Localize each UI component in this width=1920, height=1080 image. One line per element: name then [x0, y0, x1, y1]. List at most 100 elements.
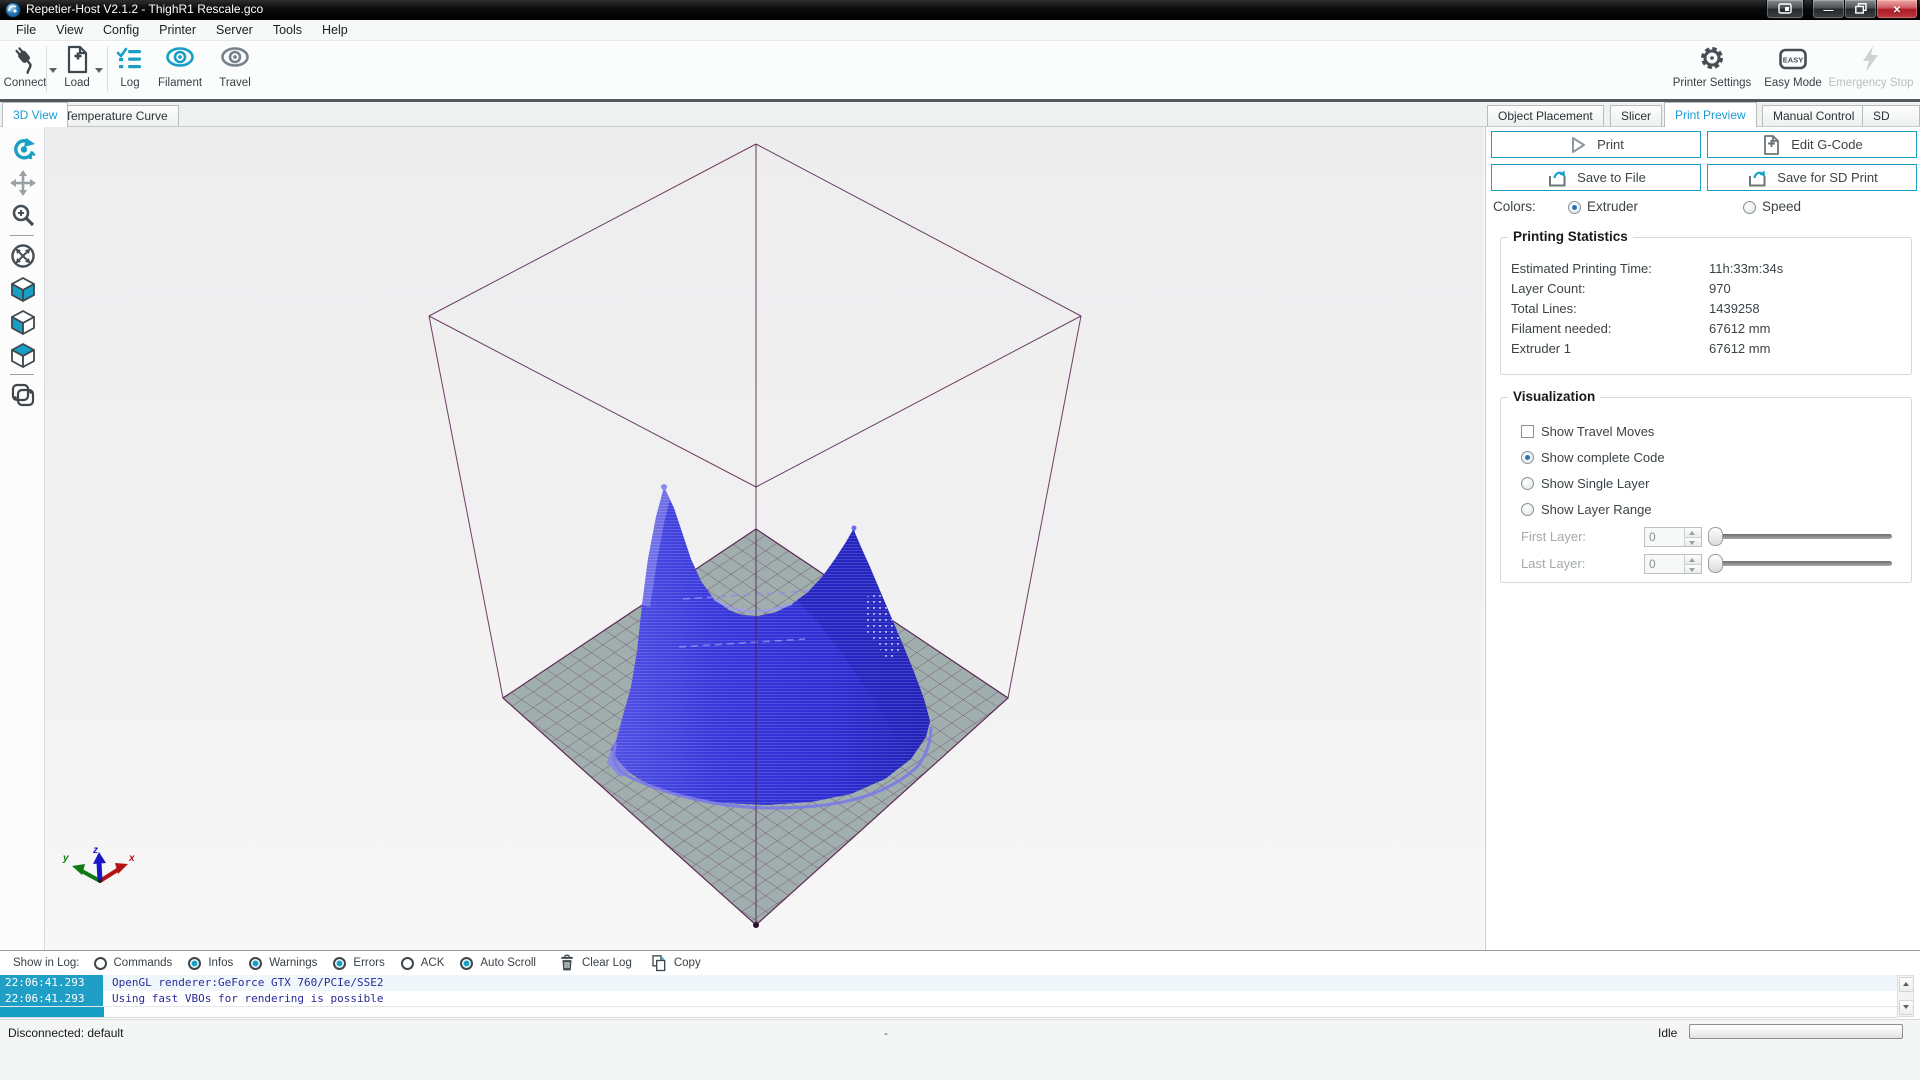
tab-manual-control[interactable]: Manual Control — [1762, 105, 1866, 126]
tab-print-preview[interactable]: Print Preview — [1664, 102, 1757, 127]
visualization-group: Visualization Show Travel Moves Show com… — [1500, 389, 1912, 583]
easy-mode-button[interactable]: EASY Easy Mode — [1762, 44, 1824, 96]
log-horizontal-scrollbar[interactable] — [0, 1006, 1897, 1018]
magnifier-plus-icon — [12, 204, 34, 226]
show-layer-range-row: Show Layer Range — [1501, 502, 1911, 522]
connection-status: Disconnected: default — [8, 1026, 124, 1040]
log-toggle-button[interactable]: Log — [112, 44, 148, 96]
menu-printer[interactable]: Printer — [149, 21, 206, 39]
menu-config[interactable]: Config — [93, 21, 149, 39]
log-toggle-errors[interactable]: Errors — [333, 956, 385, 970]
colors-label: Colors: — [1493, 199, 1536, 214]
fit-view-button[interactable] — [0, 239, 45, 272]
spinner-down-icon[interactable] — [1685, 536, 1701, 546]
connect-button[interactable]: Connect — [2, 44, 48, 96]
front-view-button[interactable] — [0, 305, 45, 338]
spinner-up-icon[interactable] — [1685, 528, 1701, 537]
toggle-circle-icon — [93, 956, 107, 970]
tab-3d-view[interactable]: 3D View — [2, 102, 69, 127]
show-complete-code-radio[interactable] — [1521, 451, 1534, 464]
last-layer-slider[interactable] — [1708, 554, 1892, 574]
menu-help[interactable]: Help — [312, 21, 358, 39]
menu-server[interactable]: Server — [206, 21, 263, 39]
move-view-button[interactable] — [0, 166, 45, 199]
minimize-button[interactable]: — — [1812, 0, 1845, 19]
save-to-file-button[interactable]: Save to File — [1491, 164, 1701, 191]
menu-file[interactable]: File — [6, 21, 46, 39]
gear-icon — [1701, 47, 1723, 69]
rotate-icon — [13, 137, 35, 159]
colors-extruder-radio[interactable] — [1568, 201, 1581, 214]
menu-tools[interactable]: Tools — [263, 21, 312, 39]
minimize-icon: — — [1823, 5, 1834, 16]
last-layer-row: Last Layer: 0 — [1501, 554, 1911, 576]
visualization-title: Visualization — [1508, 389, 1601, 404]
colors-speed-radio[interactable] — [1743, 201, 1756, 214]
scroll-down-icon[interactable] — [1899, 1000, 1914, 1015]
toggle-circle-icon — [249, 956, 263, 970]
tab-slicer[interactable]: Slicer — [1610, 105, 1663, 126]
show-travel-moves-checkbox[interactable] — [1521, 425, 1534, 438]
close-button[interactable]: ✕ — [1876, 0, 1918, 19]
titlebar: Repetier-Host V2.1.2 - ThighR1 Rescale.g… — [0, 0, 1920, 20]
toggle-circle-icon — [333, 956, 347, 970]
log-vertical-scrollbar[interactable] — [1897, 975, 1914, 1017]
easy-mode-icon: EASY — [1779, 48, 1807, 70]
emergency-stop-button[interactable]: Emergency Stop — [1826, 44, 1916, 96]
toggle-circle-icon — [460, 956, 474, 970]
show-single-layer-row: Show Single Layer — [1501, 476, 1911, 496]
load-dropdown-arrow[interactable] — [95, 68, 103, 73]
menu-view[interactable]: View — [46, 21, 93, 39]
edit-gcode-button[interactable]: Edit G-Code — [1707, 131, 1917, 158]
first-layer-spinner[interactable]: 0 — [1644, 527, 1702, 547]
spinner-down-icon[interactable] — [1685, 563, 1701, 573]
log-output[interactable]: 22:06:41.293 OpenGL renderer:GeForce GTX… — [0, 975, 1897, 1006]
show-layer-range-radio[interactable] — [1521, 503, 1534, 516]
window-small-icon — [1778, 3, 1792, 14]
rotate-view-button[interactable] — [0, 133, 45, 166]
stat-row: Extruder 1 67612 mm — [1511, 341, 1771, 356]
slider-handle[interactable] — [1708, 527, 1723, 546]
log-toolbar: Show in Log: Commands Infos Warnings Err… — [0, 951, 1920, 975]
printer-settings-button[interactable]: Printer Settings — [1666, 44, 1758, 96]
tab-sd-card[interactable]: SD Card — [1862, 105, 1920, 144]
titlebar-toolbar-button[interactable] — [1766, 0, 1804, 19]
isometric-view-button[interactable] — [0, 272, 45, 305]
filament-toggle-button[interactable]: Filament — [152, 44, 208, 96]
spinner-up-icon[interactable] — [1685, 555, 1701, 564]
print-preview-panel: Print Edit G-Code Save to File Save for … — [1485, 127, 1920, 950]
first-layer-slider[interactable] — [1708, 527, 1892, 547]
lightning-icon — [1863, 46, 1878, 72]
projection-toggle-button[interactable] — [0, 378, 45, 411]
connect-dropdown-arrow[interactable] — [49, 68, 57, 73]
svg-text:y: y — [62, 853, 69, 864]
tab-temperature-curve[interactable]: Temperature Curve — [54, 105, 179, 126]
log-toggle-infos[interactable]: Infos — [188, 956, 233, 970]
last-layer-spinner[interactable]: 0 — [1644, 554, 1702, 574]
hscroll-thumb[interactable] — [0, 1007, 104, 1017]
restore-button[interactable] — [1844, 0, 1877, 19]
log-toggle-autoscroll[interactable]: Auto Scroll — [460, 956, 536, 970]
3d-viewport[interactable]: y x z — [45, 127, 1484, 950]
origin-dot — [753, 922, 759, 928]
tab-object-placement[interactable]: Object Placement — [1487, 105, 1604, 126]
zoom-view-button[interactable] — [0, 199, 45, 232]
slider-handle[interactable] — [1708, 554, 1723, 573]
clear-log-button[interactable]: Clear Log — [558, 953, 632, 973]
status-center-text: - — [884, 1026, 888, 1040]
top-view-button[interactable] — [0, 338, 45, 371]
show-travel-moves-row: Show Travel Moves — [1501, 424, 1911, 444]
window-title: Repetier-Host V2.1.2 - ThighR1 Rescale.g… — [26, 2, 264, 16]
load-button[interactable]: Load — [60, 44, 94, 96]
stat-row: Total Lines: 1439258 — [1511, 301, 1760, 316]
scroll-up-icon[interactable] — [1899, 977, 1914, 992]
log-toggle-commands[interactable]: Commands — [93, 956, 172, 970]
save-for-sd-button[interactable]: Save for SD Print — [1707, 164, 1917, 191]
copy-icon — [652, 954, 666, 971]
log-toggle-ack[interactable]: ACK — [400, 956, 444, 970]
show-single-layer-radio[interactable] — [1521, 477, 1534, 490]
print-button[interactable]: Print — [1491, 131, 1701, 158]
travel-toggle-button[interactable]: Travel — [212, 44, 258, 96]
copy-log-button[interactable]: Copy — [650, 954, 701, 973]
log-toggle-warnings[interactable]: Warnings — [249, 956, 317, 970]
